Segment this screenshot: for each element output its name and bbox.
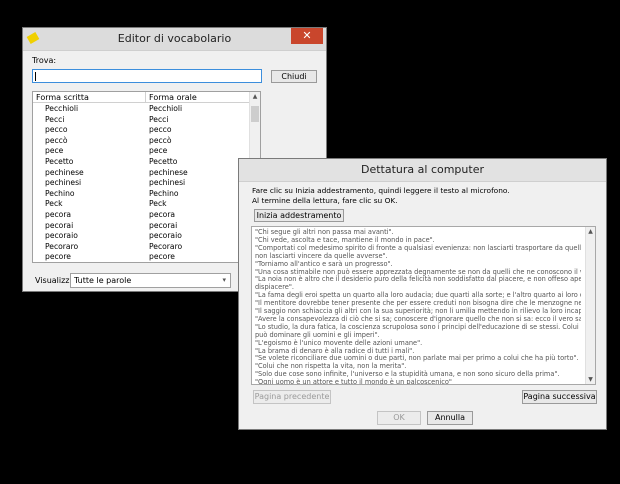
- written-form-cell: Pecchioli: [45, 104, 79, 113]
- written-form-cell: Peck: [45, 199, 63, 209]
- training-text-line: "Ogni uomo è un attore e tutto il mondo …: [255, 378, 452, 385]
- find-input[interactable]: [32, 69, 262, 83]
- dictation-window: Dettatura al computer Fare clic su Inizi…: [238, 158, 607, 430]
- previous-page-button[interactable]: Pagina precedente: [253, 390, 331, 404]
- app-icon: [26, 32, 40, 44]
- ok-label: OK: [393, 413, 405, 422]
- vocabulary-list[interactable]: Forma scritta Forma orale Pecchioli Pecch…: [32, 91, 261, 263]
- table-row[interactable]: Pecchioli Pecchioli: [33, 104, 252, 115]
- written-form-cell: pece: [45, 146, 64, 156]
- written-form-cell: Pecoraro: [45, 241, 79, 251]
- spoken-form-cell: Pechino: [149, 188, 179, 198]
- instruction-line-2: Al termine della lettura, fare clic su O…: [252, 196, 398, 205]
- training-text-area[interactable]: "Chi segue gli altri non passa mai avant…: [251, 226, 596, 385]
- spoken-form-cell: Peck: [149, 199, 167, 209]
- scroll-down-icon[interactable]: ▼: [586, 376, 595, 383]
- written-form-cell: pecoraio: [45, 231, 78, 241]
- table-row[interactable]: pechinese pechinese: [33, 168, 252, 179]
- spoken-form-cell: pecorai: [149, 220, 178, 230]
- spoken-form-cell: pecora: [149, 210, 176, 219]
- written-form-cell: pechinese: [45, 167, 84, 177]
- written-form-cell: pecora: [45, 210, 72, 219]
- spoken-form-cell: pechinese: [149, 167, 188, 177]
- spoken-form-cell: pecoraio: [149, 231, 182, 241]
- start-training-label: Inizia addestramento: [256, 211, 342, 220]
- table-row[interactable]: pecorai pecorai: [33, 221, 252, 232]
- spoken-form-cell: Pecoraro: [149, 241, 183, 251]
- table-row[interactable]: pecoraio pecoraio: [33, 231, 252, 242]
- written-form-cell: pechinesi: [45, 178, 82, 188]
- dictation-titlebar: Dettatura al computer: [239, 159, 606, 182]
- close-window-button[interactable]: ✕: [291, 28, 323, 44]
- table-row[interactable]: pecco pecco: [33, 125, 252, 136]
- close-button-label: Chiudi: [281, 72, 307, 81]
- spoken-form-cell: Pecci: [149, 114, 169, 124]
- view-select-value: Tutte le parole: [74, 276, 132, 285]
- table-row[interactable]: peccò peccò: [33, 136, 252, 147]
- spoken-form-cell: pechinesi: [149, 178, 186, 188]
- previous-page-label: Pagina precedente: [254, 392, 330, 401]
- spoken-form-cell: Pecetto: [149, 157, 178, 166]
- column-header-spoken[interactable]: Forma orale: [146, 92, 252, 103]
- vocabulary-editor-title: Editor di vocabolario: [117, 32, 232, 45]
- training-text-scrollbar[interactable]: ▲ ▼: [585, 227, 595, 384]
- spoken-form-cell: pecco: [149, 125, 172, 135]
- written-form-cell: pecore: [45, 252, 71, 262]
- spoken-form-cell: Pecchioli: [149, 104, 183, 113]
- next-page-label: Pagina successiva: [523, 392, 596, 401]
- instruction-line-1: Fare clic su Inizia addestramento, quind…: [252, 186, 510, 195]
- table-row[interactable]: pechinesi pechinesi: [33, 178, 252, 189]
- spoken-form-cell: peccò: [149, 135, 172, 145]
- column-header-written[interactable]: Forma scritta: [33, 92, 146, 103]
- cancel-button[interactable]: Annulla: [427, 411, 473, 425]
- ok-button[interactable]: OK: [377, 411, 421, 425]
- chevron-down-icon: ▾: [222, 276, 226, 284]
- scroll-up-icon[interactable]: ▲: [250, 93, 260, 100]
- view-select[interactable]: Tutte le parole ▾: [70, 273, 231, 288]
- written-form-cell: pecco: [45, 125, 68, 135]
- vocabulary-editor-titlebar: Editor di vocabolario ✕: [23, 28, 326, 51]
- spoken-form-cell: pecore: [149, 252, 175, 262]
- scroll-up-icon[interactable]: ▲: [586, 228, 595, 235]
- find-label: Trova:: [32, 56, 57, 65]
- scroll-thumb[interactable]: [251, 106, 259, 122]
- cancel-label: Annulla: [434, 413, 466, 422]
- next-page-button[interactable]: Pagina successiva: [522, 390, 597, 404]
- table-row[interactable]: Pecci Pecci: [33, 115, 252, 126]
- find-input-cursor: [35, 72, 36, 81]
- start-training-button[interactable]: Inizia addestramento: [254, 209, 344, 222]
- table-row[interactable]: pece pece: [33, 146, 252, 157]
- close-button[interactable]: Chiudi: [271, 70, 317, 83]
- table-row[interactable]: Pecetto Pecetto: [33, 157, 252, 168]
- written-form-cell: Pecci: [45, 114, 65, 124]
- table-row[interactable]: Pechino Pechino: [33, 189, 252, 200]
- table-row[interactable]: pecora pecora: [33, 210, 252, 221]
- table-row[interactable]: pecore pecore: [33, 252, 252, 262]
- close-icon: ✕: [302, 29, 312, 42]
- table-row[interactable]: Peck Peck: [33, 199, 252, 210]
- spoken-form-cell: pece: [149, 146, 168, 156]
- dictation-title: Dettatura al computer: [361, 163, 484, 176]
- written-form-cell: Pecetto: [45, 157, 74, 166]
- table-row[interactable]: Pecoraro Pecoraro: [33, 242, 252, 253]
- written-form-cell: peccò: [45, 135, 68, 145]
- written-form-cell: pecorai: [45, 220, 74, 230]
- written-form-cell: Pechino: [45, 188, 75, 198]
